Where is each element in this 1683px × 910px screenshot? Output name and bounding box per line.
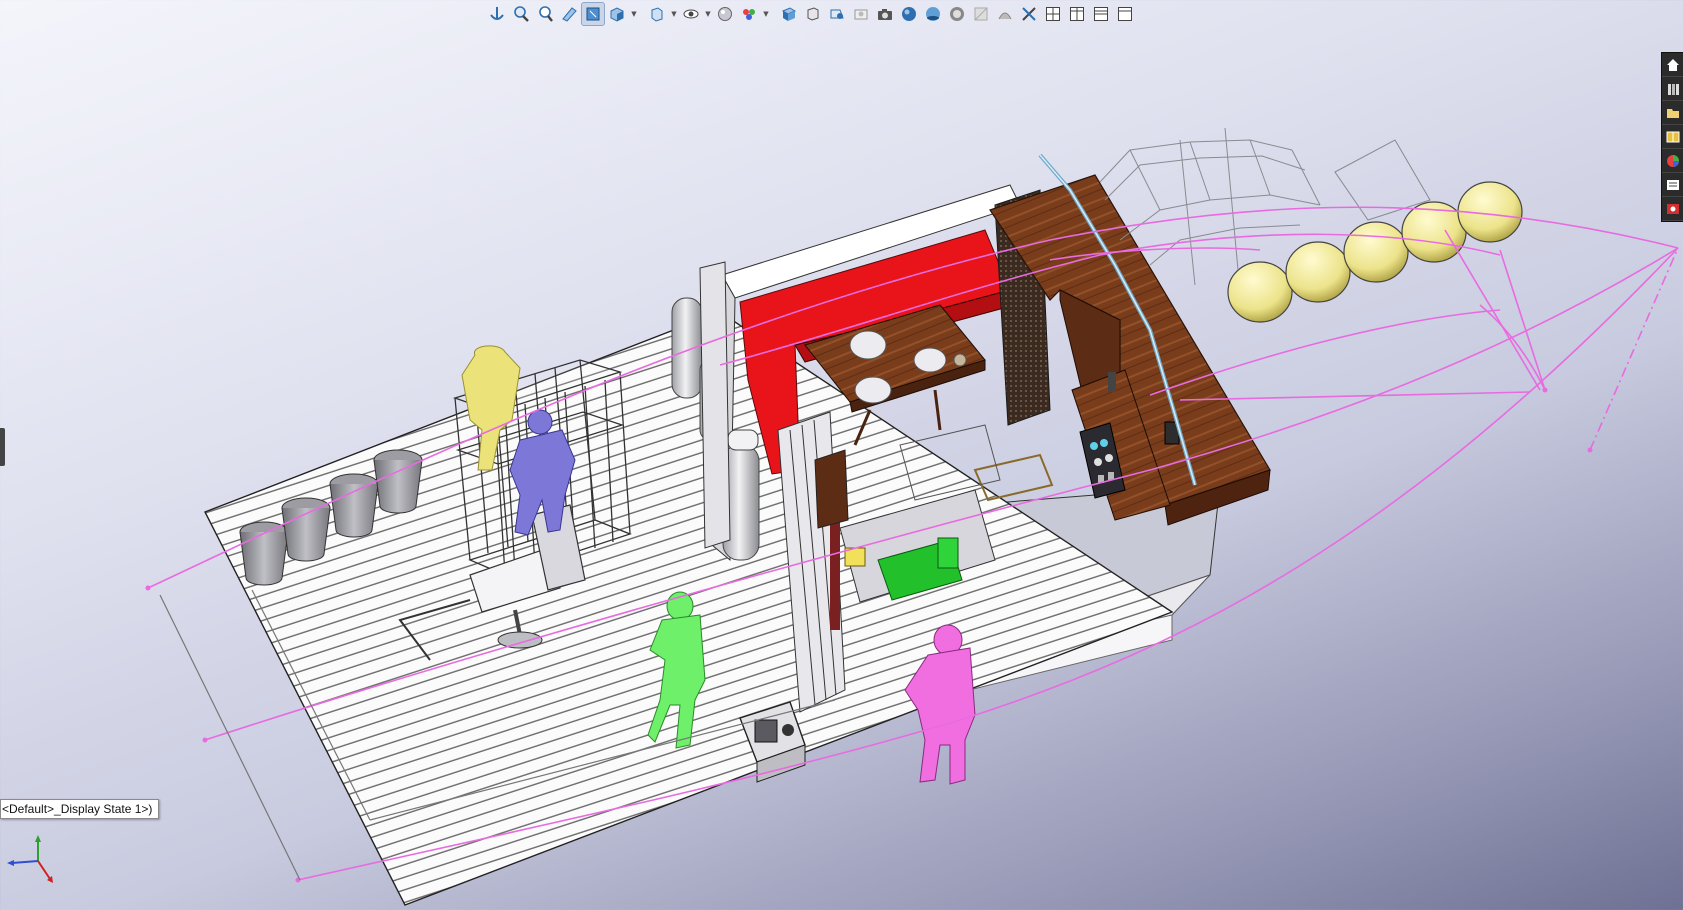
section-view-icon[interactable]	[558, 3, 580, 25]
apply-scene-dropdown[interactable]: ▼	[762, 3, 770, 25]
cartoon-icon[interactable]	[850, 3, 872, 25]
measure-tool-icon[interactable]	[1018, 3, 1040, 25]
graphics-area[interactable]: ▼ ▼ ▼ ▼ <Default>_Display State 1>)	[0, 0, 1683, 910]
display-style-dropdown[interactable]: ▼	[670, 3, 678, 25]
two-viewport-horizontal-icon[interactable]	[1090, 3, 1112, 25]
design-library-icon[interactable]	[1662, 77, 1683, 101]
view-settings-icon[interactable]	[778, 3, 800, 25]
sphere-icon[interactable]	[898, 3, 920, 25]
shadows-icon[interactable]	[802, 3, 824, 25]
reference-triad-icon	[7, 835, 53, 883]
appearances-icon[interactable]	[1662, 149, 1683, 173]
ambient-occlusion-icon[interactable]	[922, 3, 944, 25]
two-viewport-vertical-icon[interactable]	[1066, 3, 1088, 25]
realview-icon[interactable]	[946, 3, 968, 25]
boat-model[interactable]	[0, 0, 1683, 910]
zoom-to-area-icon[interactable]	[510, 3, 532, 25]
view-orientation-icon[interactable]	[606, 3, 628, 25]
home-icon[interactable]	[1662, 53, 1683, 77]
hide-show-dropdown[interactable]: ▼	[704, 3, 712, 25]
previous-view-icon[interactable]	[534, 3, 556, 25]
display-style-icon[interactable]	[646, 3, 668, 25]
four-viewport-icon[interactable]	[1114, 3, 1136, 25]
heads-up-view-toolbar: ▼ ▼ ▼ ▼	[486, 2, 1136, 26]
forum-icon[interactable]	[1662, 197, 1683, 221]
camera-icon[interactable]	[874, 3, 896, 25]
buoys	[1227, 181, 1523, 323]
hide-show-items-icon[interactable]	[680, 3, 702, 25]
file-explorer-icon[interactable]	[1662, 101, 1683, 125]
configuration-display-state-label: <Default>_Display State 1>)	[0, 799, 160, 819]
task-pane-tabs	[1661, 52, 1683, 222]
view-orientation-dropdown[interactable]: ▼	[630, 3, 638, 25]
decal-icon[interactable]	[994, 3, 1016, 25]
dynamic-annotation-view-icon[interactable]	[581, 2, 605, 26]
single-viewport-icon[interactable]	[1042, 3, 1064, 25]
view-palette-icon[interactable]	[1662, 125, 1683, 149]
perspective-icon[interactable]	[826, 3, 848, 25]
apply-scene-icon[interactable]	[738, 3, 760, 25]
custom-properties-icon[interactable]	[1662, 173, 1683, 197]
texture-icon[interactable]	[970, 3, 992, 25]
edit-appearance-icon[interactable]	[714, 3, 736, 25]
feature-manager-expand-tab[interactable]	[0, 428, 5, 466]
zoom-to-fit-icon[interactable]	[486, 3, 508, 25]
